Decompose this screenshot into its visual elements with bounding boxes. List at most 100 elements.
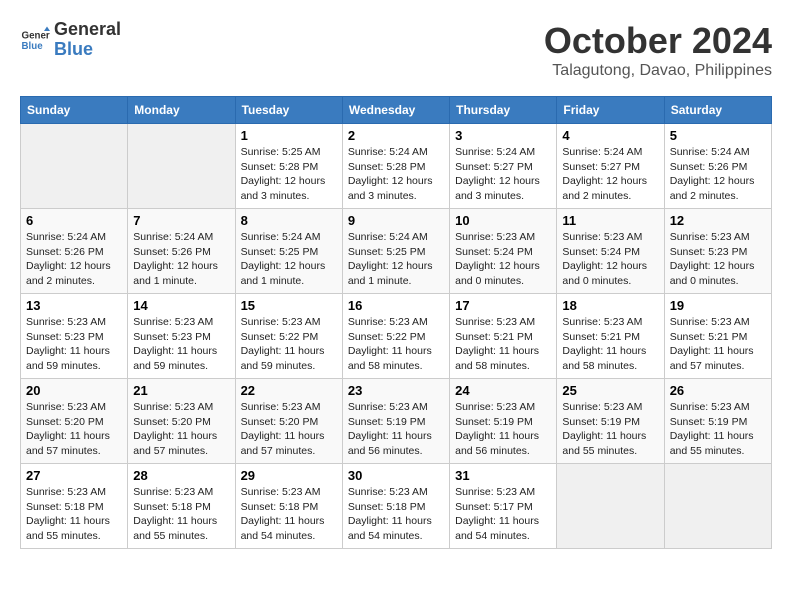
day-info: Sunrise: 5:23 AMSunset: 5:20 PMDaylight:… [133,400,229,459]
day-info: Sunrise: 5:24 AMSunset: 5:27 PMDaylight:… [455,145,551,204]
calendar-cell: 10 Sunrise: 5:23 AMSunset: 5:24 PMDayligh… [450,209,557,294]
calendar-week-row: 1Sunrise: 5:25 AMSunset: 5:28 PMDaylight… [21,124,772,209]
day-number: 12 [670,213,766,228]
day-info: Sunrise: 5:23 AMSunset: 5:20 PMDaylight:… [26,400,122,459]
calendar-cell: 29 Sunrise: 5:23 AMSunset: 5:18 PMDayligh… [235,464,342,549]
calendar-week-row: 27 Sunrise: 5:23 AMSunset: 5:18 PMDayligh… [21,464,772,549]
day-info: Sunrise: 5:23 AMSunset: 5:23 PMDaylight:… [26,315,122,374]
day-number: 3 [455,128,551,143]
day-info: Sunrise: 5:23 AMSunset: 5:21 PMDaylight:… [670,315,766,374]
day-number: 20 [26,383,122,398]
day-number: 31 [455,468,551,483]
day-info: Sunrise: 5:23 AMSunset: 5:24 PMDaylight:… [562,230,658,289]
day-number: 29 [241,468,337,483]
day-number: 10 [455,213,551,228]
calendar-cell: 19 Sunrise: 5:23 AMSunset: 5:21 PMDayligh… [664,294,771,379]
day-number: 9 [348,213,444,228]
calendar-cell: 14 Sunrise: 5:23 AMSunset: 5:23 PMDayligh… [128,294,235,379]
day-info: Sunrise: 5:23 AMSunset: 5:24 PMDaylight:… [455,230,551,289]
calendar-header-row: SundayMondayTuesdayWednesdayThursdayFrid… [21,97,772,124]
day-number: 8 [241,213,337,228]
calendar-cell: 28 Sunrise: 5:23 AMSunset: 5:18 PMDayligh… [128,464,235,549]
day-info: Sunrise: 5:23 AMSunset: 5:21 PMDaylight:… [455,315,551,374]
calendar-cell: 11Sunrise: 5:23 AMSunset: 5:24 PMDayligh… [557,209,664,294]
calendar-week-row: 6 Sunrise: 5:24 AMSunset: 5:26 PMDaylight… [21,209,772,294]
day-number: 27 [26,468,122,483]
day-header-tuesday: Tuesday [235,97,342,124]
day-info: Sunrise: 5:24 AMSunset: 5:26 PMDaylight:… [26,230,122,289]
day-info: Sunrise: 5:23 AMSunset: 5:18 PMDaylight:… [241,485,337,544]
day-info: Sunrise: 5:24 AMSunset: 5:27 PMDaylight:… [562,145,658,204]
calendar-cell: 18 Sunrise: 5:23 AMSunset: 5:21 PMDayligh… [557,294,664,379]
calendar-cell: 26Sunrise: 5:23 AMSunset: 5:19 PMDayligh… [664,379,771,464]
calendar-week-row: 20 Sunrise: 5:23 AMSunset: 5:20 PMDayligh… [21,379,772,464]
day-number: 15 [241,298,337,313]
day-header-monday: Monday [128,97,235,124]
title-area: October 2024 Talagutong, Davao, Philippi… [544,20,772,80]
calendar-cell: 30Sunrise: 5:23 AMSunset: 5:18 PMDayligh… [342,464,449,549]
calendar-cell: 22Sunrise: 5:23 AMSunset: 5:20 PMDayligh… [235,379,342,464]
day-info: Sunrise: 5:24 AMSunset: 5:26 PMDaylight:… [670,145,766,204]
calendar-table: SundayMondayTuesdayWednesdayThursdayFrid… [20,96,772,549]
day-number: 7 [133,213,229,228]
day-number: 23 [348,383,444,398]
calendar-cell: 15 Sunrise: 5:23 AMSunset: 5:22 PMDayligh… [235,294,342,379]
day-number: 19 [670,298,766,313]
day-info: Sunrise: 5:24 AMSunset: 5:26 PMDaylight:… [133,230,229,289]
calendar-cell [664,464,771,549]
calendar-cell: 5 Sunrise: 5:24 AMSunset: 5:26 PMDaylight… [664,124,771,209]
calendar-cell [128,124,235,209]
calendar-cell: 16Sunrise: 5:23 AMSunset: 5:22 PMDayligh… [342,294,449,379]
day-info: Sunrise: 5:23 AMSunset: 5:19 PMDaylight:… [348,400,444,459]
logo: General Blue General Blue [20,20,121,60]
day-number: 18 [562,298,658,313]
day-number: 6 [26,213,122,228]
logo-line2: Blue [54,40,121,60]
calendar-cell: 8 Sunrise: 5:24 AMSunset: 5:25 PMDaylight… [235,209,342,294]
day-number: 2 [348,128,444,143]
calendar-cell: 3 Sunrise: 5:24 AMSunset: 5:27 PMDaylight… [450,124,557,209]
calendar-cell: 20 Sunrise: 5:23 AMSunset: 5:20 PMDayligh… [21,379,128,464]
day-info: Sunrise: 5:23 AMSunset: 5:18 PMDaylight:… [348,485,444,544]
calendar-cell: 31 Sunrise: 5:23 AMSunset: 5:17 PMDayligh… [450,464,557,549]
day-number: 17 [455,298,551,313]
calendar-cell: 13 Sunrise: 5:23 AMSunset: 5:23 PMDayligh… [21,294,128,379]
svg-text:General: General [22,30,51,41]
calendar-cell: 2Sunrise: 5:24 AMSunset: 5:28 PMDaylight… [342,124,449,209]
day-info: Sunrise: 5:23 AMSunset: 5:22 PMDaylight:… [241,315,337,374]
day-header-thursday: Thursday [450,97,557,124]
calendar-cell: 4 Sunrise: 5:24 AMSunset: 5:27 PMDaylight… [557,124,664,209]
day-info: Sunrise: 5:23 AMSunset: 5:20 PMDaylight:… [241,400,337,459]
day-number: 4 [562,128,658,143]
day-info: Sunrise: 5:24 AMSunset: 5:25 PMDaylight:… [241,230,337,289]
calendar-week-row: 13 Sunrise: 5:23 AMSunset: 5:23 PMDayligh… [21,294,772,379]
day-header-sunday: Sunday [21,97,128,124]
day-header-saturday: Saturday [664,97,771,124]
day-info: Sunrise: 5:23 AMSunset: 5:17 PMDaylight:… [455,485,551,544]
month-title: October 2024 [544,20,772,62]
calendar-cell: 7 Sunrise: 5:24 AMSunset: 5:26 PMDaylight… [128,209,235,294]
day-number: 13 [26,298,122,313]
day-info: Sunrise: 5:23 AMSunset: 5:18 PMDaylight:… [133,485,229,544]
logo-line1: General [54,20,121,40]
calendar-cell: 1Sunrise: 5:25 AMSunset: 5:28 PMDaylight… [235,124,342,209]
calendar-cell: 17 Sunrise: 5:23 AMSunset: 5:21 PMDayligh… [450,294,557,379]
day-number: 5 [670,128,766,143]
day-number: 14 [133,298,229,313]
logo-icon: General Blue [20,25,50,55]
header: General Blue General Blue October 2024 T… [20,20,772,80]
day-number: 26 [670,383,766,398]
calendar-cell: 23 Sunrise: 5:23 AMSunset: 5:19 PMDayligh… [342,379,449,464]
day-info: Sunrise: 5:23 AMSunset: 5:19 PMDaylight:… [455,400,551,459]
day-number: 28 [133,468,229,483]
day-info: Sunrise: 5:23 AMSunset: 5:21 PMDaylight:… [562,315,658,374]
calendar-cell [21,124,128,209]
calendar-cell: 25Sunrise: 5:23 AMSunset: 5:19 PMDayligh… [557,379,664,464]
day-number: 24 [455,383,551,398]
calendar-cell: 6 Sunrise: 5:24 AMSunset: 5:26 PMDaylight… [21,209,128,294]
day-number: 25 [562,383,658,398]
calendar-cell [557,464,664,549]
location-title: Talagutong, Davao, Philippines [544,62,772,80]
day-info: Sunrise: 5:23 AMSunset: 5:23 PMDaylight:… [133,315,229,374]
calendar-cell: 27Sunrise: 5:23 AMSunset: 5:18 PMDayligh… [21,464,128,549]
